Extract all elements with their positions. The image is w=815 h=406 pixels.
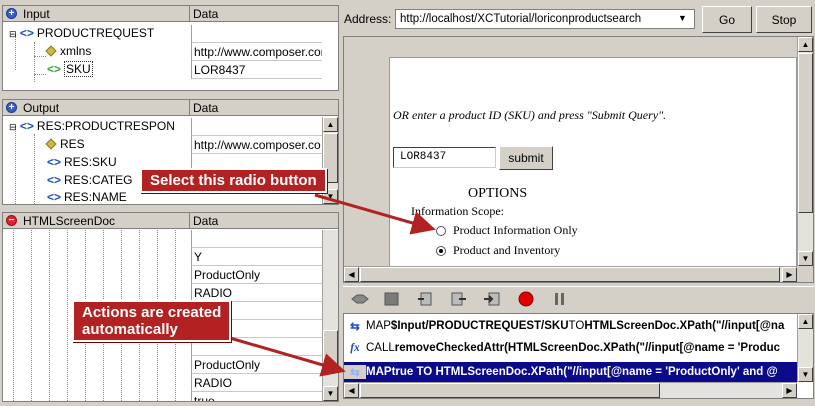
callout-select-radio: Select this radio button (140, 168, 327, 193)
annotation-arrows (229, 193, 436, 377)
arrow-to-radio (314, 193, 436, 235)
callout-actions-created: Actions are created automatically (72, 300, 232, 342)
arrow-to-actions (229, 336, 346, 377)
